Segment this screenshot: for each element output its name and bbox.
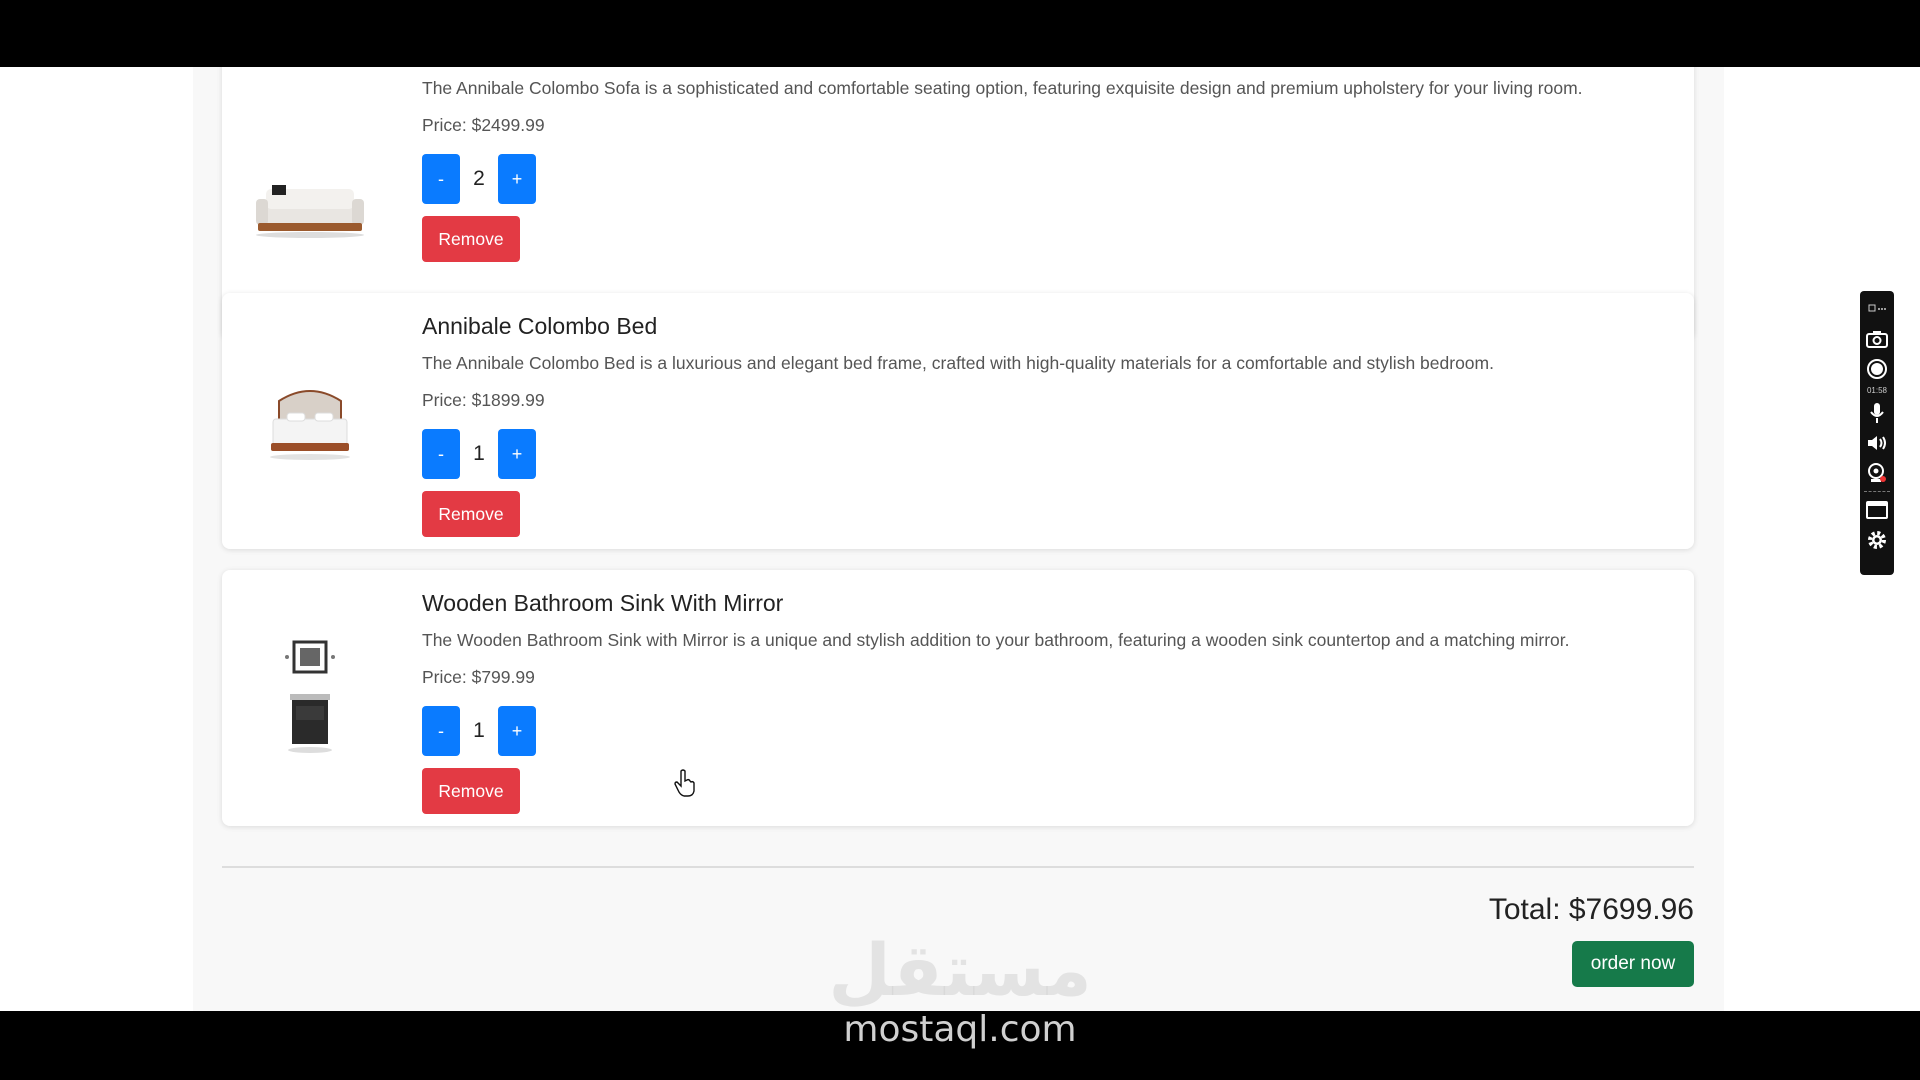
cart-item-body: The Annibale Colombo Sofa is a sophistic… xyxy=(422,78,1674,262)
increase-quantity-button[interactable]: + xyxy=(498,429,536,479)
item-title: Wooden Bathroom Sink With Mirror xyxy=(422,590,784,616)
expand-icon[interactable] xyxy=(1865,297,1889,321)
item-price: Price: $1899.99 xyxy=(422,390,545,410)
remove-button[interactable]: Remove xyxy=(422,491,520,537)
cart-item-body: Annibale Colombo Bed The Annibale Colomb… xyxy=(422,313,1674,537)
cart-item: Wooden Bathroom Sink With Mirror The Woo… xyxy=(222,570,1694,826)
divider xyxy=(222,866,1694,868)
sofa-image xyxy=(240,139,380,279)
item-price: Price: $2499.99 xyxy=(422,115,545,135)
item-description: The Annibale Colombo Sofa is a sophistic… xyxy=(422,78,1583,98)
speaker-icon[interactable] xyxy=(1865,431,1889,455)
item-title: Annibale Colombo Bed xyxy=(422,313,658,339)
remove-button[interactable]: Remove xyxy=(422,216,520,262)
cart-total: Total: $7699.96 xyxy=(1488,893,1694,926)
watermark-logo: مستقل xyxy=(828,928,1092,1012)
quantity-value: 2 xyxy=(473,167,485,190)
quantity-value: 1 xyxy=(473,442,485,465)
cart-item-body: Wooden Bathroom Sink With Mirror The Woo… xyxy=(422,590,1674,814)
watermark-url: mostaql.com xyxy=(843,1009,1077,1050)
increase-quantity-button[interactable]: + xyxy=(498,706,536,756)
quantity-stepper: - 1 + xyxy=(422,706,1674,756)
remove-button[interactable]: Remove xyxy=(422,768,520,814)
decrease-quantity-button[interactable]: - xyxy=(422,706,460,756)
bathroom-sink-image xyxy=(240,628,380,768)
quantity-stepper: - 2 + xyxy=(422,154,1674,204)
bed-image xyxy=(240,353,380,493)
toolbar-separator xyxy=(1864,491,1890,492)
item-description: The Wooden Bathroom Sink with Mirror is … xyxy=(422,630,1570,650)
quantity-value: 1 xyxy=(473,719,485,742)
item-price: Price: $799.99 xyxy=(422,667,535,687)
browser-viewport: The Annibale Colombo Sofa is a sophistic… xyxy=(0,67,1920,1011)
cart-page: The Annibale Colombo Sofa is a sophistic… xyxy=(193,67,1724,1011)
camera-icon[interactable] xyxy=(1865,327,1889,351)
quantity-stepper: - 1 + xyxy=(422,429,1674,479)
order-now-button[interactable]: order now xyxy=(1572,941,1694,987)
item-description: The Annibale Colombo Bed is a luxurious … xyxy=(422,353,1494,373)
gear-icon[interactable] xyxy=(1865,528,1889,552)
recorder-toolbar: 01:58 xyxy=(1860,291,1894,575)
decrease-quantity-button[interactable]: - xyxy=(422,429,460,479)
recording-timer: 01:58 xyxy=(1866,386,1888,395)
cart-item: Annibale Colombo Bed The Annibale Colomb… xyxy=(222,293,1694,549)
mostaql-watermark: مستقل mostaql.com xyxy=(820,930,1100,1060)
record-icon[interactable] xyxy=(1865,357,1889,381)
decrease-quantity-button[interactable]: - xyxy=(422,154,460,204)
webcam-icon[interactable] xyxy=(1865,461,1889,485)
increase-quantity-button[interactable]: + xyxy=(498,154,536,204)
microphone-icon[interactable] xyxy=(1865,401,1889,425)
hand-cursor-icon xyxy=(674,769,695,797)
screen-icon[interactable] xyxy=(1865,498,1889,522)
